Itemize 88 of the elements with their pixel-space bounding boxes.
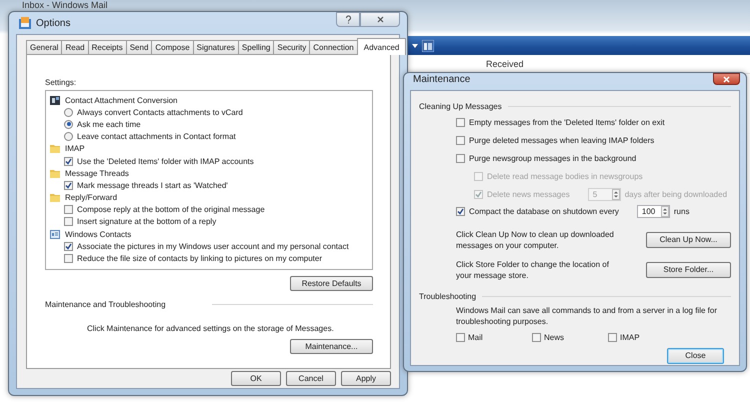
checkbox-label: Mail — [468, 332, 483, 342]
window-title: Inbox - Windows Mail — [22, 0, 108, 11]
description-text: Click Clean Up Now to clean up downloaded messages on your computer. — [456, 228, 615, 251]
checkbox-label: Delete read message bodies in newsgroups — [487, 172, 643, 181]
close-icon — [376, 16, 384, 23]
tab[interactable]: Spelling — [238, 40, 274, 54]
checkbox-label: Purge deleted messages when leaving IMAP folders — [469, 136, 654, 146]
group-heading: Contact Attachment Conversion — [65, 96, 178, 105]
contacts-icon — [50, 230, 60, 239]
spinner-arrows-icon — [660, 206, 669, 218]
checkbox[interactable] — [64, 180, 73, 190]
restore-defaults-button[interactable]: Restore Defaults — [290, 276, 373, 291]
spinner-arrows-icon — [612, 188, 620, 200]
folder-icon — [50, 144, 60, 154]
checkbox[interactable] — [64, 156, 73, 166]
maintenance-button[interactable]: Maintenance... — [290, 338, 373, 354]
tab[interactable]: Compose — [151, 40, 194, 54]
dialog-title: Options — [36, 18, 70, 28]
tab[interactable]: General — [26, 40, 62, 54]
checkbox-label: Use the 'Deleted Items' folder with IMAP accounts — [77, 156, 254, 166]
checkbox-label: Compose reply at the bottom of the original message — [77, 205, 265, 214]
section-heading: Cleaning Up Messages — [419, 102, 502, 110]
checkbox-label: Insert signature at the bottom of a reply — [77, 217, 216, 226]
action-button[interactable]: Clean Up Now... — [646, 232, 731, 248]
settings-label: Settings: — [45, 78, 78, 88]
description-text: Windows Mail can save all commands to and from a server in a log file for troubleshooting purposes. — [455, 304, 718, 327]
checkbox-label: Delete news messages — [487, 190, 570, 199]
radio-button[interactable] — [64, 132, 73, 142]
checkbox[interactable] — [64, 205, 73, 214]
tab[interactable]: Send — [126, 40, 152, 54]
radio-label: Leave contact attachments in Contact format — [77, 132, 236, 142]
checkbox[interactable] — [456, 118, 465, 128]
checkbox[interactable] — [532, 332, 541, 342]
dialog-button[interactable]: OK — [231, 371, 281, 386]
checkbox[interactable] — [456, 154, 465, 163]
help-icon — [344, 15, 352, 24]
description-text: Click Maintenance for advanced settings on the storage of Messages. — [87, 324, 335, 333]
checkbox-label: Reduce the file size of contacts by linking to pictures on my computer — [77, 254, 322, 264]
checkbox[interactable] — [64, 242, 73, 251]
checkbox-label: Empty messages from the 'Deleted Items' folder on exit — [469, 118, 665, 128]
field-label: runs — [674, 207, 690, 216]
checkbox-label: Compact the database on shutdown every — [469, 207, 619, 216]
action-button[interactable]: Store Folder... — [646, 262, 731, 278]
checkbox-label: News — [544, 332, 564, 342]
folder-icon — [50, 193, 60, 202]
radio-button[interactable] — [64, 108, 73, 117]
dropdown-arrow-icon — [412, 44, 418, 48]
checkbox-label: Mark message threads I start as 'Watched' — [77, 180, 228, 190]
tab[interactable]: Security — [273, 40, 310, 54]
number-field[interactable]: 100 — [636, 205, 670, 218]
layout-icon — [422, 40, 434, 52]
dialog-button[interactable]: Cancel — [286, 371, 336, 386]
dialog-button[interactable]: Apply — [341, 371, 391, 386]
radio-label: Ask me each time — [77, 120, 141, 129]
dialog-title: Maintenance — [413, 74, 470, 85]
folder-icon — [50, 168, 60, 178]
group-heading: Message Threads — [65, 168, 129, 178]
group-heading: IMAP — [65, 144, 85, 154]
section-heading: Maintenance and Troubleshooting — [45, 300, 166, 309]
checkbox[interactable] — [608, 332, 617, 342]
help-button[interactable] — [336, 12, 360, 27]
description-text: Click Store Folder to change the location of your message store. — [456, 258, 610, 281]
section-heading: Troubleshooting — [419, 292, 476, 302]
tab[interactable]: Signatures — [192, 40, 239, 54]
checkbox[interactable] — [456, 207, 465, 216]
column-header[interactable]: Received — [486, 59, 524, 69]
tab[interactable]: Read — [61, 40, 89, 54]
close-icon — [723, 76, 730, 82]
close-button[interactable] — [713, 73, 740, 85]
contact-card-icon — [50, 95, 60, 106]
tab[interactable]: Connection — [309, 40, 358, 54]
mail-icon — [19, 17, 31, 29]
tab[interactable]: Receipts — [88, 40, 127, 54]
checkbox-label: IMAP — [620, 332, 640, 342]
close-button[interactable] — [360, 12, 400, 27]
checkbox[interactable] — [64, 217, 73, 226]
group-heading: Reply/Forward — [65, 193, 118, 202]
checkbox[interactable] — [64, 254, 73, 264]
checkbox[interactable] — [456, 136, 465, 146]
checkbox-label: Associate the pictures in my Windows user account and my personal contact — [77, 242, 349, 251]
checkbox[interactable] — [456, 332, 465, 342]
radio-button[interactable] — [64, 120, 73, 129]
checkbox-label: Purge newsgroup messages in the background — [469, 154, 636, 163]
tab[interactable]: Advanced — [356, 38, 406, 55]
field-label: days after being downloaded — [624, 190, 728, 199]
radio-label: Always convert Contacts attachments to vCard — [77, 108, 243, 117]
close-button[interactable]: Close — [667, 348, 724, 364]
group-heading: Windows Contacts — [65, 230, 132, 239]
